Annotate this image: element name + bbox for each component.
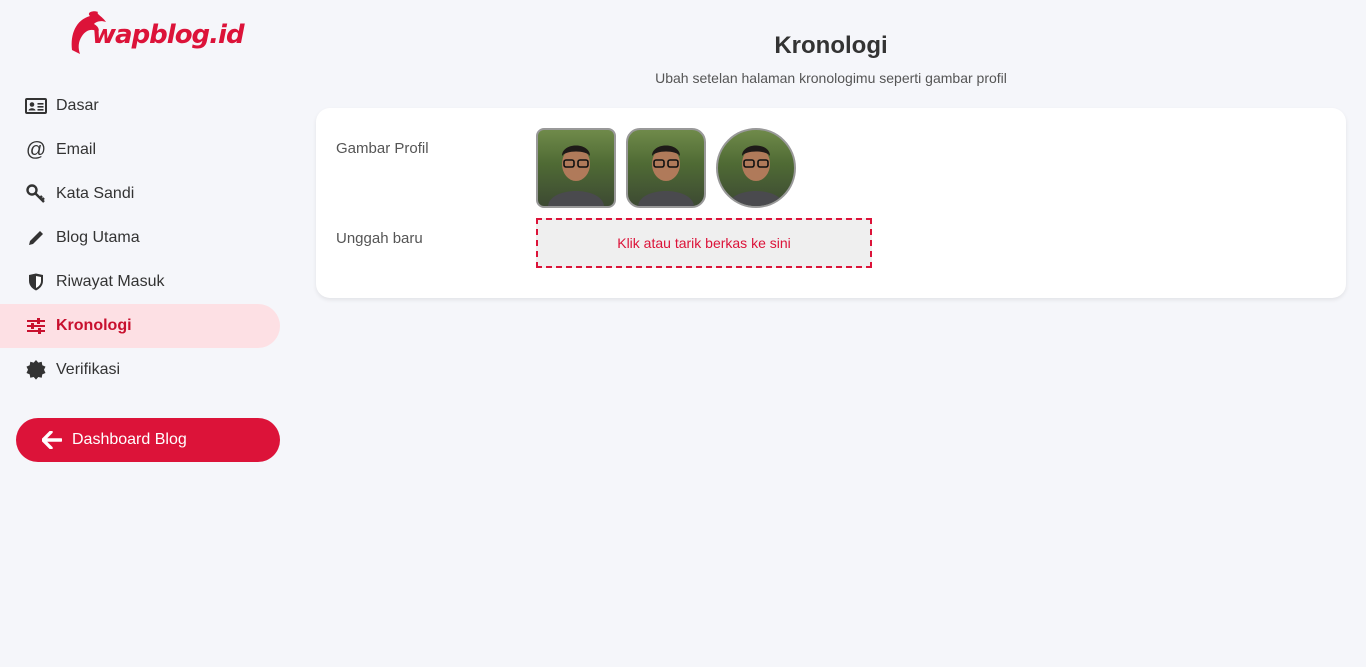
pencil-icon — [24, 228, 48, 248]
dropzone-text: Klik atau tarik berkas ke sini — [617, 235, 791, 251]
brand-name: wapblog.id — [92, 20, 245, 50]
key-icon — [24, 184, 48, 204]
page-subtitle: Ubah setelan halaman kronologimu seperti… — [655, 70, 1007, 86]
dashboard-blog-button[interactable]: Dashboard Blog — [16, 418, 280, 462]
file-dropzone[interactable]: Klik atau tarik berkas ke sini — [536, 218, 872, 268]
shield-icon — [24, 272, 48, 292]
avatar-circle-option[interactable] — [716, 128, 796, 208]
sidebar-item-label: Riwayat Masuk — [56, 273, 165, 290]
upload-new-label: Unggah baru — [336, 230, 423, 247]
sidebar-item-dasar[interactable]: Dasar — [0, 84, 280, 128]
sidebar-item-email[interactable]: @ Email — [0, 128, 280, 172]
badge-icon — [24, 360, 48, 380]
person-photo-icon — [548, 145, 604, 206]
main-content: Kronologi Ubah setelan halaman kronologi… — [316, 0, 1346, 298]
sidebar-item-riwayat-masuk[interactable]: Riwayat Masuk — [0, 260, 280, 304]
at-icon: @ — [25, 138, 47, 161]
sidebar-item-label: Blog Utama — [56, 229, 140, 246]
arrow-left-icon — [42, 431, 62, 449]
settings-card: Gambar Profil Unggah baru Klik atau tari… — [316, 108, 1346, 298]
sliders-icon — [24, 316, 48, 336]
page-title: Kronologi — [774, 32, 888, 59]
avatar-rounded-option[interactable] — [626, 128, 706, 208]
dashboard-blog-label: Dashboard Blog — [72, 431, 187, 448]
brand-logo[interactable]: wapblog.id — [68, 10, 245, 56]
avatar-square-option[interactable] — [536, 128, 616, 208]
sidebar-item-label: Verifikasi — [56, 361, 121, 378]
sidebar-item-kata-sandi[interactable]: Kata Sandi — [0, 172, 280, 216]
sidebar-nav: Dasar @ Email Kata Sandi Blog Utama Riwa… — [0, 84, 280, 392]
sidebar-item-kronologi[interactable]: Kronologi — [0, 304, 280, 348]
sidebar-item-label: Kronologi — [56, 317, 132, 334]
person-photo-icon — [638, 145, 694, 206]
avatar-options — [536, 128, 796, 208]
sidebar-item-label: Kata Sandi — [56, 185, 135, 202]
sidebar-item-verifikasi[interactable]: Verifikasi — [0, 348, 280, 392]
sidebar-item-label: Dasar — [56, 97, 99, 114]
sidebar-item-blog-utama[interactable]: Blog Utama — [0, 216, 280, 260]
person-photo-icon — [728, 145, 784, 206]
sidebar-item-label: Email — [56, 141, 97, 158]
profile-picture-label: Gambar Profil — [336, 140, 429, 157]
id-card-icon — [24, 96, 48, 116]
sidebar: wapblog.id Dasar @ Email Kata Sandi Blog… — [0, 0, 296, 667]
